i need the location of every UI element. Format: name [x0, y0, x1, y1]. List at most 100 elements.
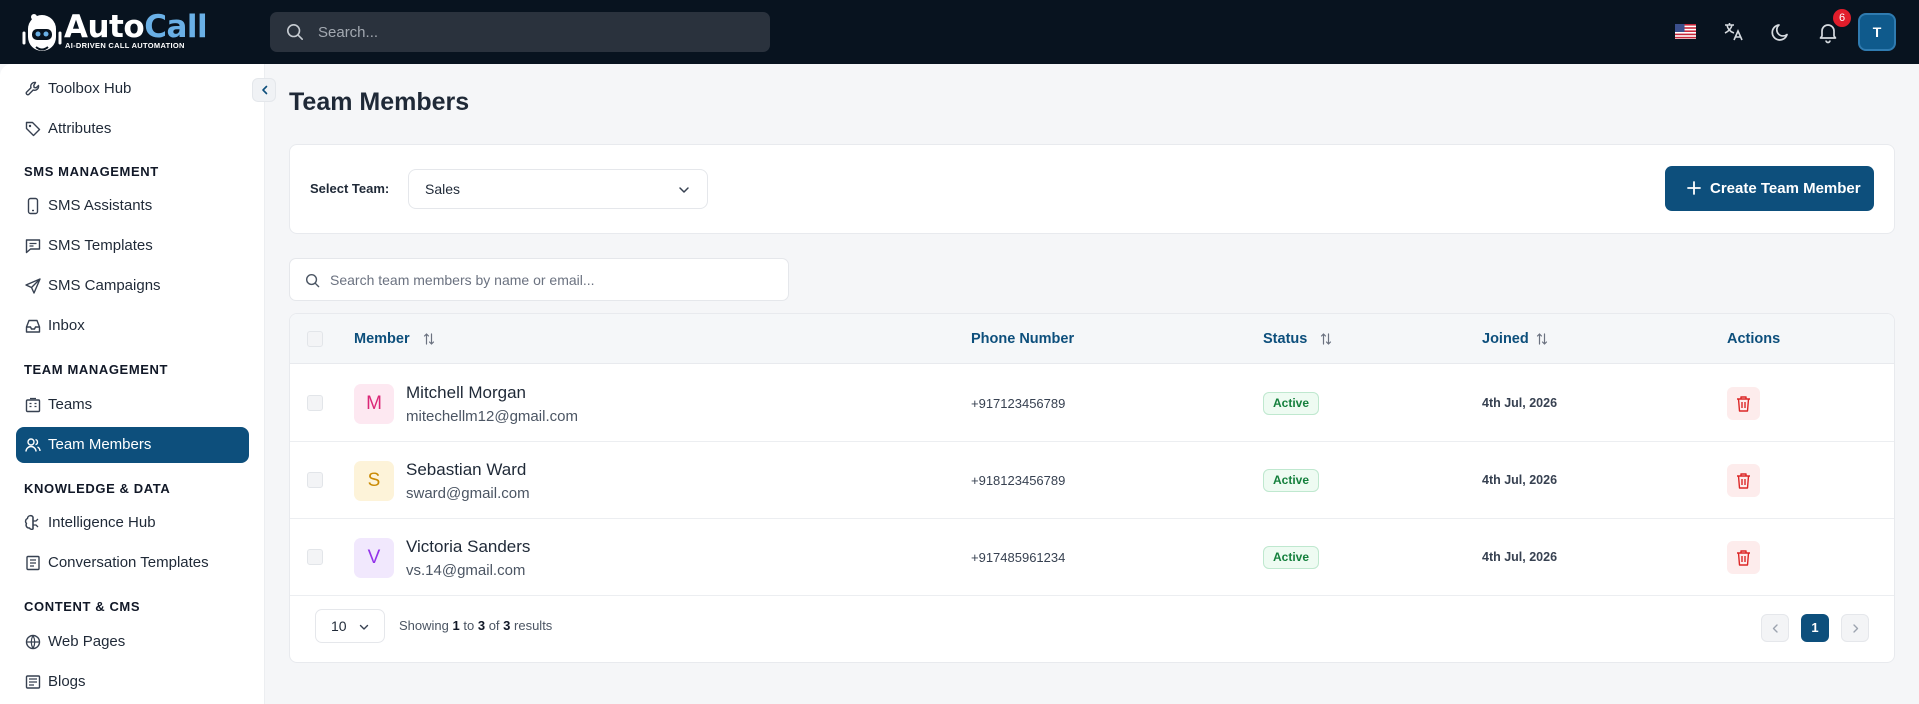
brand-logo[interactable]: AutoCall AI-DRIVEN CALL AUTOMATION [22, 9, 208, 55]
inbox-icon [25, 319, 41, 333]
sidebar-item-label: Intelligence Hub [48, 514, 156, 531]
sidebar-item-attributes[interactable]: Attributes [16, 111, 249, 147]
status-badge: Active [1263, 392, 1320, 415]
templates-icon [26, 555, 40, 571]
member-email: mitechellm12@gmail.com [406, 408, 578, 425]
column-header-actions: Actions [1727, 331, 1781, 347]
trash-icon [1737, 396, 1750, 412]
member-joined-date: 4th Jul, 2026 [1482, 473, 1558, 487]
column-header-joined[interactable]: Joined [1482, 314, 1529, 364]
users-icon [25, 438, 41, 452]
translate-icon[interactable] [1721, 20, 1745, 44]
chevron-right-icon [1853, 624, 1859, 633]
message-square-icon [25, 239, 41, 254]
sidebar-item-sms-templates[interactable]: SMS Templates [16, 228, 249, 264]
table-header: Member Phone Number Status Joined Action… [290, 314, 1894, 364]
member-joined-date: 4th Jul, 2026 [1482, 550, 1558, 564]
select-all-checkbox[interactable] [307, 331, 323, 347]
sidebar-item-label: Teams [48, 396, 93, 413]
row-checkbox[interactable] [307, 395, 323, 411]
sidebar-item-label: Web Pages [48, 633, 126, 650]
sidebar-section-title: SMS MANAGEMENT [24, 164, 159, 179]
newspaper-icon [25, 675, 41, 689]
sidebar-item-teams[interactable]: Teams [16, 387, 249, 423]
member-phone: +918123456789 [971, 473, 1066, 488]
create-team-member-button[interactable]: Create Team Member [1665, 166, 1874, 211]
member-avatar: S [354, 461, 394, 501]
member-joined-date: 4th Jul, 2026 [1482, 396, 1558, 410]
global-search[interactable] [270, 12, 770, 52]
brain-icon [24, 514, 39, 531]
sidebar-item-conversation-templates[interactable]: Conversation Templates [16, 545, 249, 581]
status-badge: Active [1263, 469, 1320, 492]
table-row: V Victoria Sanders vs.14@gmail.com +9174… [290, 519, 1894, 596]
top-bar: AutoCall AI-DRIVEN CALL AUTOMATION 6 T [0, 0, 1919, 64]
sidebar-item-inbox[interactable]: Inbox [16, 308, 249, 344]
sidebar-item-label: SMS Assistants [48, 197, 153, 214]
delete-member-button[interactable] [1727, 541, 1760, 574]
user-avatar-button[interactable]: T [1858, 13, 1896, 51]
sidebar-item-label: Conversation Templates [48, 554, 209, 571]
member-name: Victoria Sanders [406, 537, 531, 556]
sort-icon[interactable] [1320, 332, 1332, 346]
page-title: Team Members [289, 88, 470, 116]
delete-member-button[interactable] [1727, 387, 1760, 420]
sort-icon[interactable] [1536, 332, 1548, 346]
robot-logo-icon [22, 14, 62, 51]
sidebar-item-label: Team Members [48, 436, 152, 453]
column-header-member[interactable]: Member [354, 314, 410, 364]
sidebar-item-intelligence-hub[interactable]: Intelligence Hub [16, 505, 249, 541]
previous-page-button[interactable] [1761, 614, 1789, 642]
phone-icon [27, 197, 39, 215]
member-search-input[interactable] [330, 259, 780, 300]
global-search-input[interactable] [318, 12, 748, 52]
member-phone: +917485961234 [971, 550, 1066, 565]
sidebar-item-web-pages[interactable]: Web Pages [16, 624, 249, 660]
notifications-count-badge: 6 [1833, 9, 1851, 27]
brand-name: AutoCall [64, 9, 208, 45]
rows-per-page-select[interactable]: 10 [315, 609, 385, 643]
sidebar-item-blogs[interactable]: Blogs [16, 664, 249, 700]
sidebar-item-label: SMS Templates [48, 237, 153, 254]
results-summary: Showing 1 to 3 of 3 results [399, 618, 553, 633]
globe-icon [25, 634, 41, 650]
member-email: vs.14@gmail.com [406, 562, 526, 579]
table-footer: 10 Showing 1 to 3 of 3 results 1 [290, 595, 1894, 662]
member-email: sward@gmail.com [406, 485, 530, 502]
sidebar-section-title: KNOWLEDGE & DATA [24, 481, 171, 496]
column-header-status[interactable]: Status [1263, 314, 1307, 364]
member-name: Sebastian Ward [406, 460, 527, 479]
status-badge: Active [1263, 546, 1320, 569]
member-search[interactable] [289, 258, 789, 301]
sidebar-item-team-members[interactable]: Team Members [16, 427, 249, 463]
member-avatar: V [354, 538, 394, 578]
row-checkbox[interactable] [307, 549, 323, 565]
sidebar-item-sms-campaigns[interactable]: SMS Campaigns [16, 268, 249, 304]
create-team-member-label: Create Team Member [1710, 180, 1861, 197]
sidebar-item-toolbox-hub[interactable]: Toolbox Hub [16, 71, 249, 107]
column-header-phone-number: Phone Number [971, 331, 1075, 347]
team-members-table: Member Phone Number Status Joined Action… [289, 313, 1895, 663]
trash-icon [1737, 473, 1750, 489]
sidebar-item-sms-assistants[interactable]: SMS Assistants [16, 188, 249, 224]
moon-icon[interactable] [1769, 20, 1793, 44]
sidebar-item-label: Attributes [48, 120, 112, 137]
chevron-left-icon [1772, 624, 1778, 633]
sidebar-item-label: Blogs [48, 673, 86, 690]
trash-icon [1737, 550, 1750, 566]
sidebar-collapse-button[interactable] [252, 78, 276, 102]
next-page-button[interactable] [1841, 614, 1869, 642]
table-row: S Sebastian Ward sward@gmail.com +918123… [290, 442, 1894, 519]
row-checkbox[interactable] [307, 472, 323, 488]
sidebar-item-label: SMS Campaigns [48, 277, 161, 294]
sidebar-section-title: CONTENT & CMS [24, 599, 141, 614]
page-button-current[interactable]: 1 [1801, 614, 1829, 642]
team-select-dropdown[interactable]: Sales [408, 169, 708, 209]
us-flag-icon[interactable] [1675, 24, 1696, 39]
tag-icon [25, 121, 41, 137]
building-icon [25, 397, 41, 413]
delete-member-button[interactable] [1727, 464, 1760, 497]
sidebar-section-title: TEAM MANAGEMENT [24, 362, 169, 377]
send-icon [25, 278, 41, 294]
sort-icon[interactable] [423, 332, 435, 346]
